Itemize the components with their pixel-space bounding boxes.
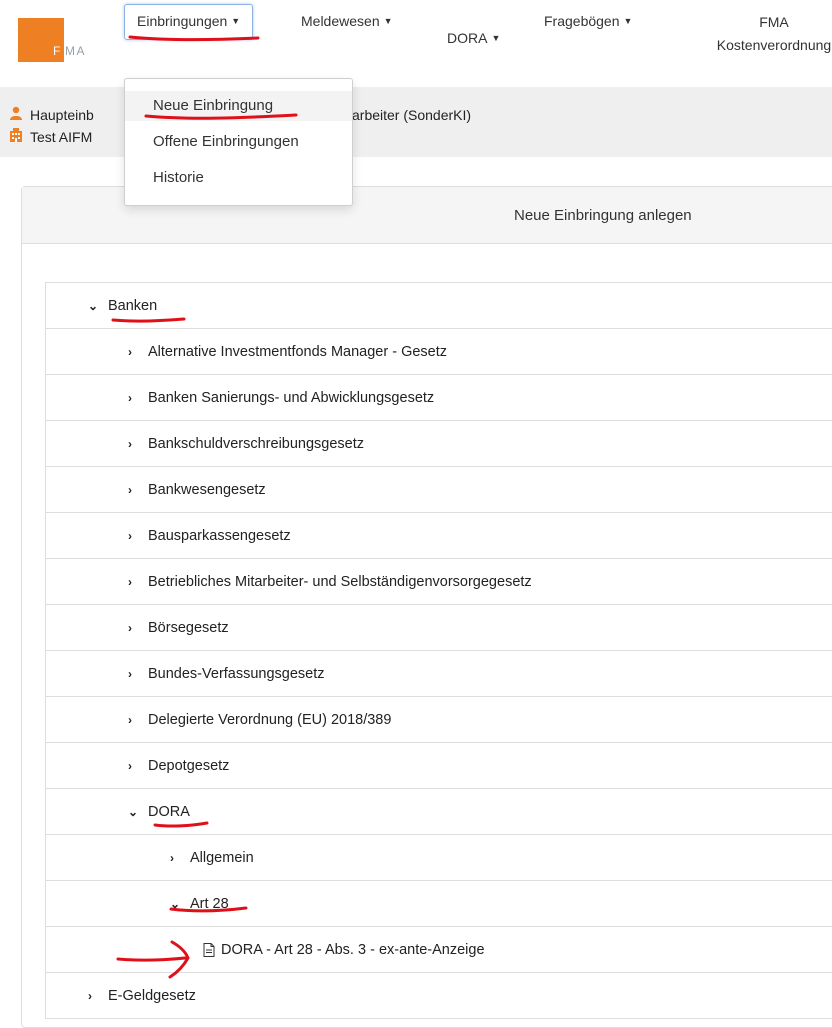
chevron-down-icon: ⌄ [128, 804, 139, 819]
nav-frageboegen[interactable]: Fragebögen ▼ [544, 13, 632, 29]
chevron-down-icon: ⌄ [88, 298, 99, 313]
tree-node-label: Bundes-Verfassungsgesetz [148, 665, 325, 682]
tree-node-e-geldgesetz[interactable]: › E-Geldgesetz [46, 973, 832, 1019]
chevron-right-icon: › [88, 988, 92, 1003]
building-icon [9, 128, 23, 145]
tree-node-label: Betriebliches Mitarbeiter- und Selbständ… [148, 573, 532, 590]
tree-node-art28[interactable]: ⌄ Art 28 [46, 881, 832, 927]
tree-node-label: Börsegesetz [148, 619, 229, 636]
user-role: arbeiter (SonderKI) [352, 107, 472, 123]
tree-node[interactable]: › Delegierte Verordnung (EU) 2018/389 [46, 697, 832, 743]
chevron-right-icon: › [128, 574, 132, 589]
tree-leaf-dora-art28-ex-ante[interactable]: DORA - Art 28 - Abs. 3 - ex-ante-Anzeige [46, 927, 832, 973]
menu-item-historie[interactable]: Historie [125, 163, 352, 193]
nav-fma-kostenverordnung[interactable]: FMA Kostenverordnung [704, 11, 832, 57]
tree-node-label: Bausparkassengesetz [148, 527, 291, 544]
chevron-right-icon: › [128, 666, 132, 681]
tree-node-dora[interactable]: ⌄ DORA [46, 789, 832, 835]
tree-node-label: Depotgesetz [148, 757, 230, 774]
tree-node-label: Bankwesengesetz [148, 481, 266, 498]
nav-frageboegen-label: Fragebögen [544, 13, 620, 29]
tree-node[interactable]: › Betriebliches Mitarbeiter- und Selbstän… [46, 559, 832, 605]
top-navbar: F MA Einbringungen ▼ Meldewesen ▼ DORA ▼ Fr… [0, 0, 832, 80]
logo-letter-f: F [53, 44, 62, 58]
chevron-right-icon: › [128, 390, 132, 405]
tree-leaf-label: DORA - Art 28 - Abs. 3 - ex-ante-Anzeige [221, 941, 485, 958]
nav-meldewesen[interactable]: Meldewesen ▼ [301, 13, 393, 29]
tree-node-label: Bankschuldverschreibungsgesetz [148, 435, 365, 452]
tree-node[interactable]: › Bausparkassengesetz [46, 513, 832, 559]
tree-node-label: Banken [108, 297, 158, 314]
tree-node[interactable]: › Bundes-Verfassungsgesetz [46, 651, 832, 697]
tree-node-label: Art 28 [190, 895, 229, 912]
document-icon [203, 942, 215, 957]
fma-logo[interactable]: F MA [18, 18, 100, 62]
category-tree: ⌄ Banken › Alternative Investmentfonds Ma… [45, 282, 832, 1019]
caret-down-icon: ▼ [231, 16, 241, 26]
tree-node[interactable]: › Börsegesetz [46, 605, 832, 651]
caret-down-icon: ▼ [623, 16, 633, 26]
chevron-right-icon: › [128, 758, 132, 773]
menu-item-offene-einbringungen[interactable]: Offene Einbringungen [125, 127, 352, 157]
panel-title: Neue Einbringung anlegen [514, 207, 692, 224]
chevron-right-icon: › [170, 850, 174, 865]
caret-down-icon: ▼ [491, 33, 501, 43]
einbringungen-dropdown-menu: Neue Einbringung Offene Einbringungen Hi… [124, 78, 353, 206]
user-name-start: Haupteinb [30, 107, 94, 123]
tree-node[interactable]: › Alternative Investmentfonds Manager - G… [46, 329, 832, 375]
logo-letters-ma: MA [65, 44, 86, 58]
nav-kostenverordnung-label: Kostenverordnung [716, 37, 832, 53]
nav-meldewesen-label: Meldewesen [301, 13, 380, 29]
tree-node[interactable]: › Depotgesetz [46, 743, 832, 789]
user-icon [9, 106, 23, 123]
nav-dora[interactable]: DORA ▼ [447, 30, 500, 46]
chevron-right-icon: › [128, 712, 132, 727]
nav-fma-label: FMA [759, 14, 789, 30]
chevron-right-icon: › [128, 528, 132, 543]
chevron-down-icon: ⌄ [170, 896, 181, 911]
nav-einbringungen[interactable]: Einbringungen ▼ [124, 4, 254, 40]
tree-node-label: Banken Sanierungs- und Abwicklungsgesetz [148, 389, 435, 406]
nav-dora-label: DORA [447, 30, 488, 46]
caret-down-icon: ▼ [383, 16, 393, 26]
tree-node-label: Delegierte Verordnung (EU) 2018/389 [148, 711, 392, 728]
tree-node-label: Allgemein [190, 849, 254, 866]
tree-node-label: DORA [148, 803, 190, 820]
tree-node-banken[interactable]: ⌄ Banken [46, 283, 832, 329]
tree-node[interactable]: › Bankwesengesetz [46, 467, 832, 513]
chevron-right-icon: › [128, 620, 132, 635]
tree-node-allgemein[interactable]: › Allgemein [46, 835, 832, 881]
chevron-right-icon: › [128, 482, 132, 497]
tree-node[interactable]: › Bankschuldverschreibungsgesetz [46, 421, 832, 467]
nav-einbringungen-label: Einbringungen [137, 13, 228, 29]
tree-node-label: E-Geldgesetz [108, 987, 196, 1004]
tree-node[interactable]: › Banken Sanierungs- und Abwicklungsgeset… [46, 375, 832, 421]
company-name: Test AIFM [30, 129, 93, 145]
tree-node-label: Alternative Investmentfonds Manager - Ge… [148, 343, 448, 360]
menu-item-neue-einbringung[interactable]: Neue Einbringung [125, 91, 352, 121]
chevron-right-icon: › [128, 344, 132, 359]
chevron-right-icon: › [128, 436, 132, 451]
